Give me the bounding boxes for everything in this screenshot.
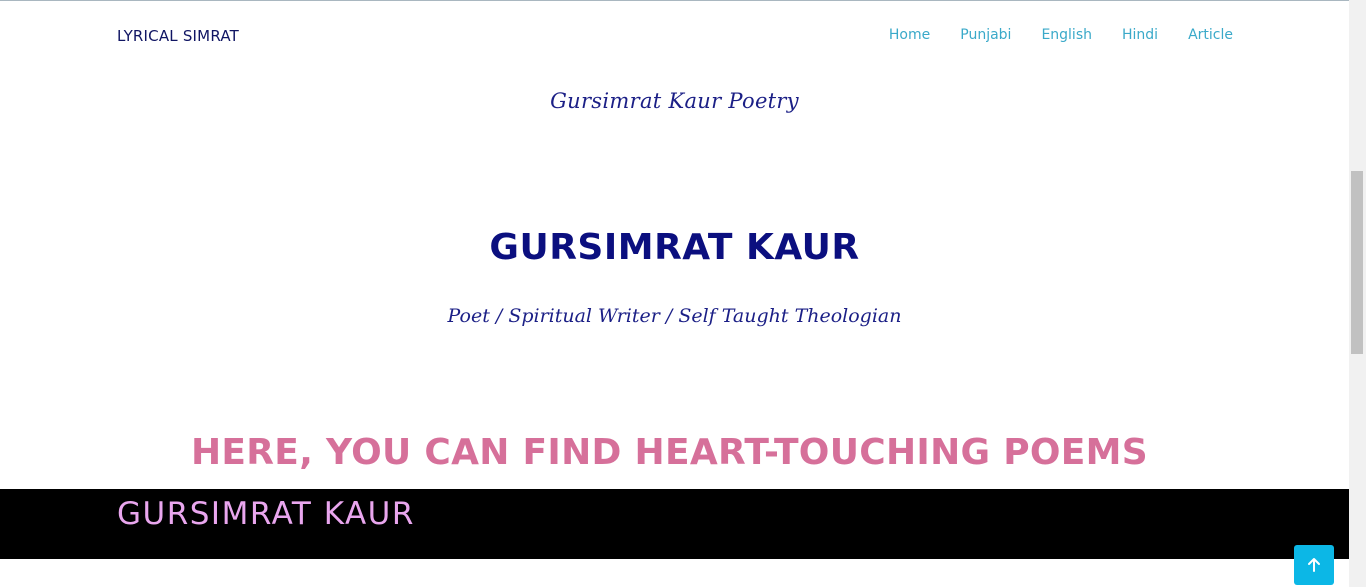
nav-link-hindi[interactable]: Hindi (1122, 27, 1158, 43)
nav-menu: Home Punjabi English Hindi Article (889, 27, 1233, 43)
arrow-up-icon (1308, 558, 1320, 572)
page-viewport: LYRICAL SIMRAT Home Punjabi English Hind… (0, 0, 1349, 587)
nav-link-english[interactable]: English (1041, 27, 1092, 43)
hero-roles-subtitle: Poet / Spiritual Writer / Self Taught Th… (447, 305, 902, 327)
poems-headline: HERE, YOU CAN FIND HEART-TOUCHING POEMS (190, 432, 1149, 473)
black-banner: GURSIMRAT KAUR (0, 489, 1349, 559)
scroll-to-top-button[interactable] (1294, 545, 1334, 585)
top-navbar: LYRICAL SIMRAT Home Punjabi English Hind… (0, 1, 1349, 71)
hero-name-heading: GURSIMRAT KAUR (489, 227, 860, 268)
scrollbar-thumb[interactable] (1351, 171, 1363, 354)
site-brand-link[interactable]: LYRICAL SIMRAT (117, 27, 239, 45)
nav-link-punjabi[interactable]: Punjabi (960, 27, 1011, 43)
nav-link-home[interactable]: Home (889, 27, 930, 43)
site-tagline: Gursimrat Kaur Poetry (550, 89, 799, 113)
page-scrollbar[interactable] (1349, 0, 1366, 587)
banner-title: GURSIMRAT KAUR (117, 496, 415, 532)
nav-link-article[interactable]: Article (1188, 27, 1233, 43)
